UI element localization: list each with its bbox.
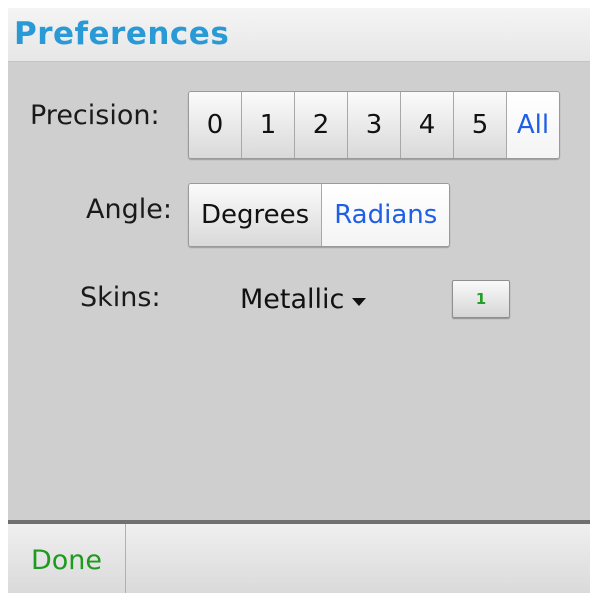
precision-option-all[interactable]: All <box>507 92 559 158</box>
precision-option-4[interactable]: 4 <box>401 92 454 158</box>
precision-option-5[interactable]: 5 <box>454 92 507 158</box>
precision-option-0[interactable]: 0 <box>189 92 242 158</box>
skins-dropdown-value: Metallic <box>240 284 345 315</box>
precision-option-2[interactable]: 2 <box>295 92 348 158</box>
bottom-toolbar: Done <box>8 520 590 593</box>
precision-selector: 0 1 2 3 4 5 All <box>188 91 560 159</box>
done-button[interactable]: Done <box>8 524 126 593</box>
title-bar: Preferences <box>8 8 590 62</box>
angle-selector: Degrees Radians <box>188 183 451 247</box>
angle-option-radians[interactable]: Radians <box>322 184 450 246</box>
skins-label: Skins: <box>80 282 161 313</box>
precision-option-3[interactable]: 3 <box>348 92 401 158</box>
page-title: Preferences <box>14 16 230 52</box>
chevron-down-icon <box>352 297 367 306</box>
precision-label: Precision: <box>30 100 160 131</box>
angle-label: Angle: <box>86 194 172 225</box>
angle-option-degrees[interactable]: Degrees <box>189 184 323 246</box>
precision-option-1[interactable]: 1 <box>242 92 295 158</box>
skin-preview-button[interactable]: 1 <box>452 280 510 318</box>
preferences-screen: Preferences Precision: 0 1 2 3 4 5 All A… <box>8 8 590 593</box>
skins-dropdown[interactable]: Metallic <box>240 284 367 315</box>
